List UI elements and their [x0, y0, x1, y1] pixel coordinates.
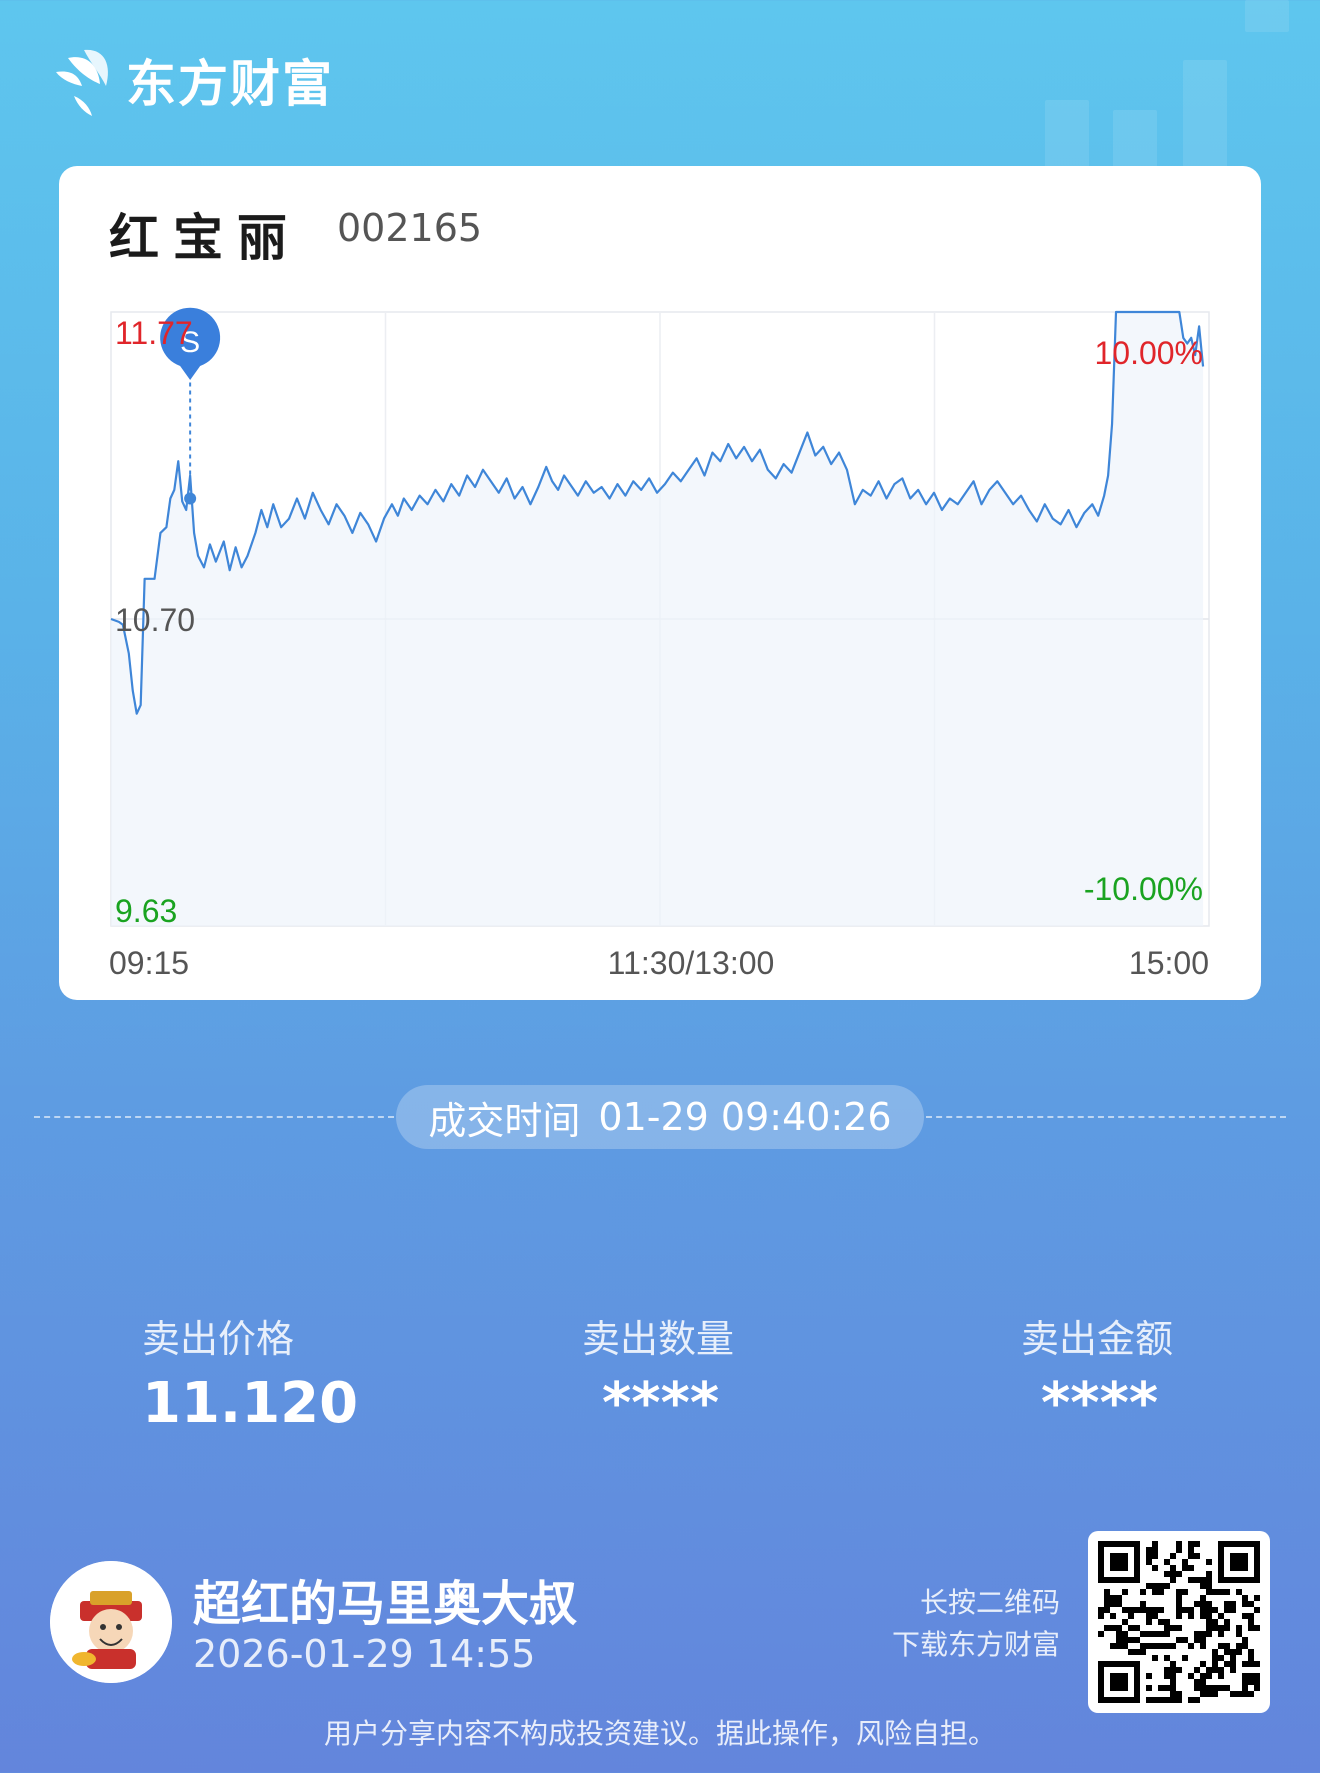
decor-candle	[1113, 110, 1157, 170]
user-name: 超红的马里奥大叔	[193, 1576, 578, 1632]
sell-quantity-value: ****	[602, 1371, 720, 1436]
price-area	[111, 312, 1204, 926]
qr-code-icon	[1098, 1541, 1260, 1703]
y-tick-right-low: -10.00%	[1084, 871, 1203, 907]
sell-price-label: 卖出价格	[142, 1317, 295, 1361]
qr-code[interactable]	[1088, 1531, 1270, 1713]
brand-header: 东方财富	[50, 44, 334, 116]
intraday-chart: S11.7710.709.6310.00%-10.00%09:15 11:30/1…	[109, 307, 1210, 981]
sell-amount-value: ****	[1041, 1371, 1159, 1436]
trade-time-value: 01-29 09:40:26	[598, 1095, 892, 1139]
y-tick-mid: 10.70	[115, 602, 195, 638]
x-tick-open: 09:15	[109, 945, 189, 981]
sell-quantity-label: 卖出数量	[582, 1317, 735, 1361]
disclaimer: 用户分享内容不构成投资建议。据此操作，风险自担。	[323, 1717, 996, 1750]
god-of-wealth-avatar-icon	[50, 1561, 172, 1683]
trade-time-label: 成交时间	[428, 1098, 581, 1143]
y-tick-high: 11.77	[115, 315, 193, 351]
brand-name: 东方财富	[126, 55, 334, 113]
qr-hint: 长按二维码 下载东方财富	[840, 1582, 1060, 1666]
y-tick-low: 9.63	[115, 893, 177, 929]
decor-candle	[1183, 60, 1227, 170]
qr-hint-line1: 长按二维码	[919, 1586, 1060, 1619]
sell-quantity-stat: 卖出数量 ****	[582, 1308, 882, 1436]
x-tick-midday: 11:30/13:00	[608, 945, 775, 981]
left-divider	[34, 1116, 394, 1118]
sell-price-stat: 卖出价格 11.120	[142, 1308, 442, 1436]
stock-card: 红宝丽 002165 S 11.77 10.70 9.63 10.00% -10.00% 0…	[59, 166, 1261, 1000]
decor-candle	[1245, 0, 1289, 32]
sell-amount-label: 卖出金额	[1021, 1317, 1174, 1361]
trade-time-pill: 成交时间 01-29 09:40:26	[396, 1085, 924, 1149]
sell-amount-stat: 卖出金额 ****	[1021, 1308, 1320, 1436]
qr-hint-line2: 下载东方财富	[891, 1628, 1060, 1661]
decor-candle	[1045, 100, 1089, 170]
eastmoney-leaf-icon	[56, 49, 108, 116]
share-date: 2026-01-29 14:55	[193, 1632, 536, 1676]
right-divider	[926, 1116, 1286, 1118]
sell-price-value: 11.120	[142, 1371, 359, 1436]
marker-dot	[184, 492, 197, 505]
user-avatar[interactable]	[50, 1561, 172, 1683]
y-tick-right-high: 10.00%	[1094, 335, 1203, 371]
x-tick-close: 15:00	[1129, 945, 1209, 981]
